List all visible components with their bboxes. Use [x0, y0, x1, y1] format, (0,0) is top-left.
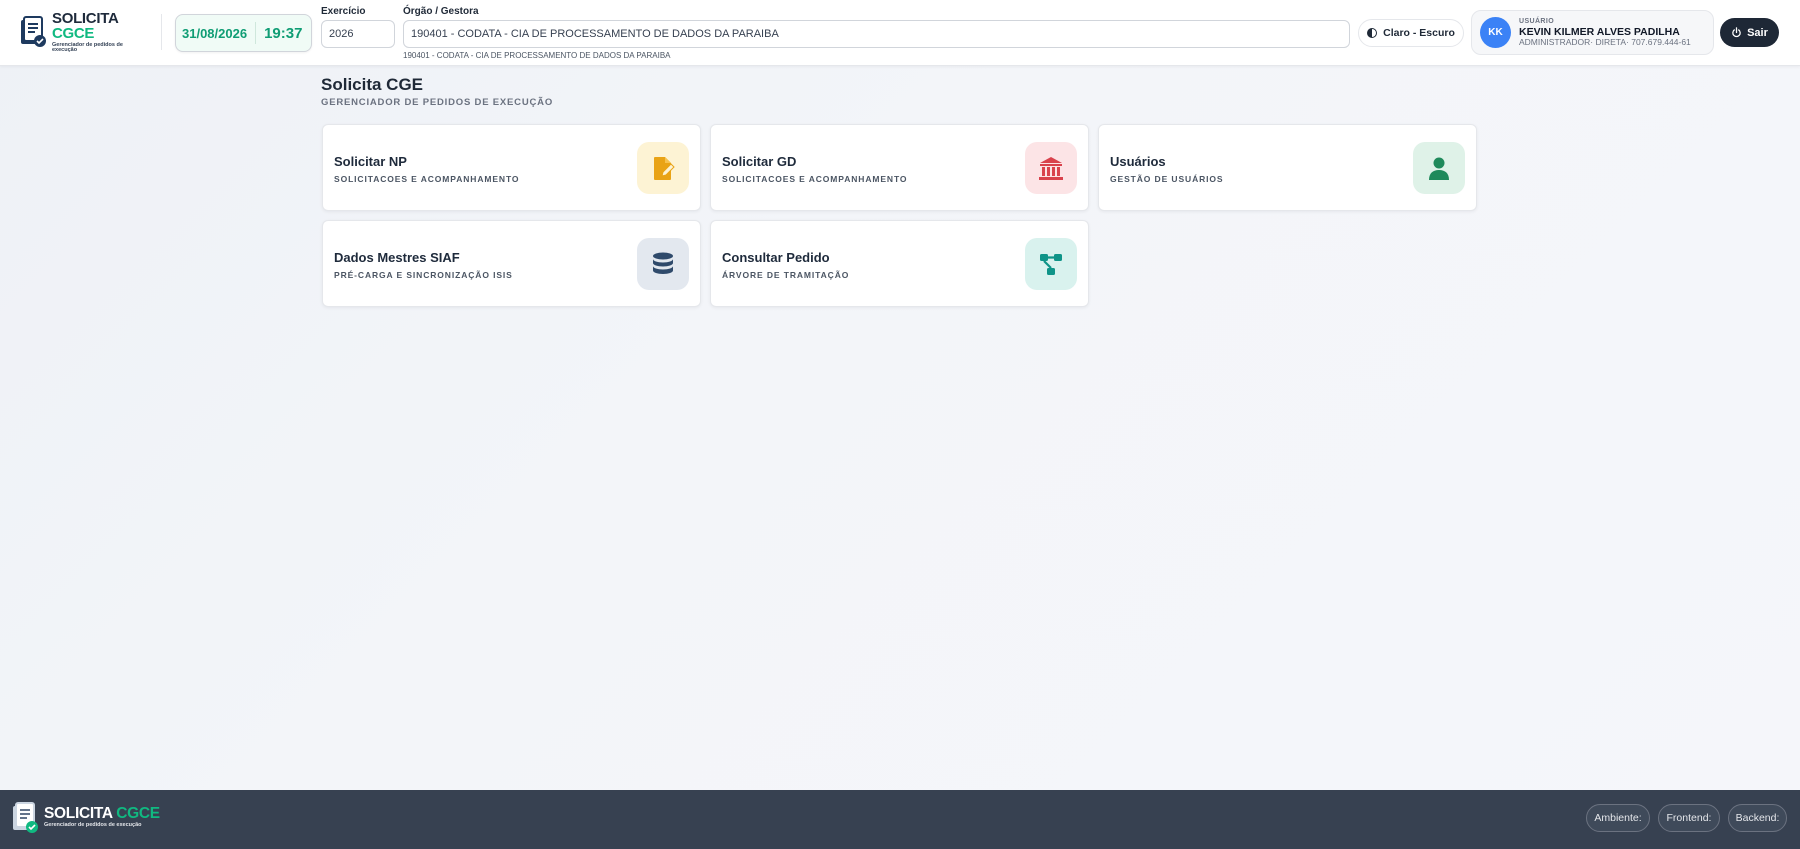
current-date: 31/08/2026 [182, 25, 248, 41]
user-meta: ADMINISTRADOR· DIRETA· 707.679.444-61 [1519, 36, 1691, 47]
orgao-select[interactable]: 190401 - CODATA - CIA DE PROCESSAMENTO D… [403, 20, 1350, 48]
card-solicitar-np[interactable]: Solicitar NP SOLICITACOES E ACOMPANHAMEN… [322, 124, 701, 211]
card-title: Usuários [1110, 154, 1166, 169]
document-check-icon [20, 16, 48, 48]
logout-label: Sair [1747, 26, 1768, 39]
top-header: SOLICITA CGCE Gerenciador de pedidos de … [0, 0, 1800, 66]
document-check-icon [12, 801, 40, 833]
card-title: Dados Mestres SIAF [334, 250, 460, 265]
contrast-icon [1367, 28, 1378, 38]
logout-button[interactable]: Sair [1720, 18, 1779, 47]
sitemap-icon [1025, 238, 1077, 290]
page-subtitle: GERENCIADOR DE PEDIDOS DE EXECUÇÃO [321, 97, 554, 108]
card-usuarios[interactable]: Usuários GESTÃO DE USUÁRIOS [1098, 124, 1477, 211]
database-icon [637, 238, 689, 290]
user-icon [1413, 142, 1465, 194]
date-time-display: 31/08/2026 19:37 [175, 14, 312, 52]
theme-toggle-button[interactable]: Claro - Escuro [1358, 19, 1464, 47]
logo-title: SOLICITA CGCE [52, 9, 118, 42]
page-title: Solicita CGE [321, 75, 424, 94]
card-title: Consultar Pedido [722, 250, 830, 265]
card-subtitle: SOLICITACOES E ACOMPANHAMENTO [722, 174, 908, 184]
card-subtitle: GESTÃO DE USUÁRIOS [1110, 174, 1224, 184]
clock-divider [255, 22, 257, 44]
user-name: KEVIN KILMER ALVES PADILHA [1519, 25, 1680, 38]
exercicio-label: Exercício [321, 6, 366, 17]
footer-logo-title: SOLICITA CGCE [44, 804, 160, 822]
backend-badge: Backend: [1728, 804, 1787, 832]
footer-logo: SOLICITA CGCE Gerenciador de pedidos de … [12, 801, 160, 833]
user-profile-card[interactable]: KK USUÁRIO KEVIN KILMER ALVES PADILHA AD… [1471, 10, 1714, 55]
header-divider [161, 14, 162, 50]
card-dados-mestres-siaf[interactable]: Dados Mestres SIAF PRÉ-CARGA E SINCRONIZ… [322, 220, 701, 307]
user-role-label: USUÁRIO [1519, 17, 1555, 25]
current-time: 19:37 [264, 24, 303, 42]
footer-logo-subtitle: Gerenciador de pedidos de execução [44, 822, 142, 828]
file-edit-icon [637, 142, 689, 194]
ambiente-badge: Ambiente: [1586, 804, 1650, 832]
app-logo[interactable]: SOLICITA CGCE Gerenciador de pedidos de … [20, 9, 145, 53]
card-solicitar-gd[interactable]: Solicitar GD SOLICITACOES E ACOMPANHAMEN… [710, 124, 1089, 211]
theme-toggle-label: Claro - Escuro [1383, 27, 1455, 39]
card-subtitle: ÁRVORE DE TRAMITAÇÃO [722, 270, 850, 280]
avatar: KK [1480, 17, 1511, 48]
logo-subtitle: Gerenciador de pedidos de execução [52, 41, 123, 53]
orgao-hint: 190401 - CODATA - CIA DE PROCESSAMENTO D… [403, 51, 671, 60]
exercicio-field[interactable]: 2026 [321, 20, 395, 48]
power-icon [1732, 27, 1741, 38]
frontend-badge: Frontend: [1658, 804, 1720, 832]
orgao-label: Órgão / Gestora [403, 6, 479, 17]
bank-icon [1025, 142, 1077, 194]
card-subtitle: SOLICITACOES E ACOMPANHAMENTO [334, 174, 520, 184]
footer: SOLICITA CGCE Gerenciador de pedidos de … [0, 790, 1800, 849]
card-title: Solicitar GD [722, 154, 797, 169]
card-title: Solicitar NP [334, 154, 407, 169]
card-subtitle: PRÉ-CARGA E SINCRONIZAÇÃO ISIS [334, 270, 513, 280]
card-consultar-pedido[interactable]: Consultar Pedido ÁRVORE DE TRAMITAÇÃO [710, 220, 1089, 307]
